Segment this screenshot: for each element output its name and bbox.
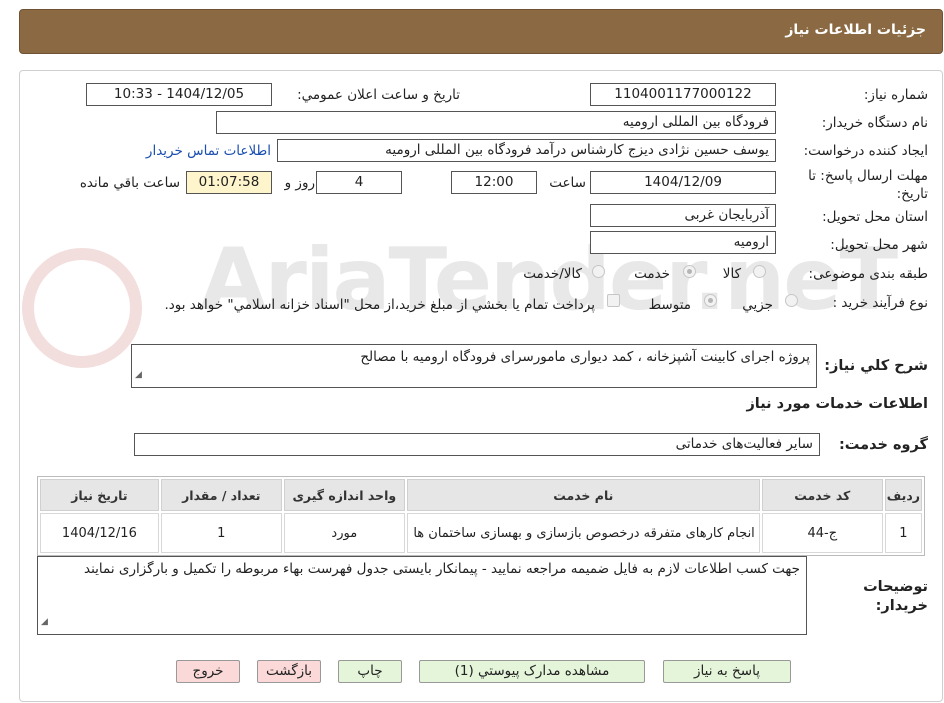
resize-grip-icon[interactable]: ◢ <box>135 366 142 385</box>
buyer-contact-link[interactable]: اطلاعات تماس خريدار <box>146 143 271 159</box>
days-label: روز و <box>284 175 315 191</box>
cell-qty: 1 <box>160 513 282 553</box>
process-label: نوع فرآيند خريد : <box>832 295 928 311</box>
deadline-label: مهلت ارسال پاسخ: تا تاريخ: <box>808 168 928 202</box>
services-section-title: اطلاعات خدمات مورد نياز <box>746 396 928 412</box>
category-radio-service[interactable] <box>683 265 696 278</box>
category-option-goods: کالا <box>722 266 741 282</box>
description-text: پروژه اجرای کابینت آشپزخانه ، کمد دیواری… <box>360 349 810 365</box>
process-option-minor: جزيي <box>742 297 773 313</box>
print-button[interactable]: چاپ <box>338 660 402 683</box>
resize-grip-icon[interactable]: ◢ <box>41 613 48 632</box>
col-header-name: نام خدمت <box>406 479 760 511</box>
process-option-medium: متوسط <box>648 297 691 313</box>
service-group-field: سایر فعالیت‌های خدماتی <box>134 433 820 456</box>
col-header-date: تاريخ نياز <box>40 479 159 511</box>
payment-checkbox[interactable] <box>607 294 620 307</box>
description-label: شرح کلي نياز: <box>824 358 928 374</box>
announce-label: تاريخ و ساعت اعلان عمومي: <box>297 87 460 103</box>
category-option-service: خدمت <box>634 266 670 282</box>
category-label: طبقه بندی موضوعی: <box>808 266 928 282</box>
province-field: آذربایجان غربی <box>590 204 776 227</box>
need-number-field: 1104001177000122 <box>590 83 776 106</box>
cell-code: ج-44 <box>761 513 883 553</box>
category-radio-goods-service[interactable] <box>592 265 605 278</box>
deadline-time-label: ساعت <box>549 175 586 191</box>
requester-field: یوسف حسین نژادی دیزج کارشناس درآمد فرودگ… <box>277 139 776 162</box>
process-radio-medium[interactable] <box>704 294 717 307</box>
col-header-index: رديف <box>884 479 922 511</box>
buyer-notes-textarea: جهت کسب اطلاعات لازم به فایل ضمیمه مراجع… <box>37 556 807 635</box>
category-option-goods-service: کالا/خدمت <box>523 266 582 282</box>
table-row: 1 ج-44 انجام کارهای متفرقه درخصوص بازساز… <box>40 513 922 553</box>
col-header-qty: تعداد / مقدار <box>160 479 282 511</box>
process-radio-minor[interactable] <box>785 294 798 307</box>
buyer-notes-label: توضيحات خريدار: <box>863 579 928 614</box>
payment-note: پرداخت تمام يا بخشي از مبلغ خريد،از محل … <box>164 297 595 313</box>
need-number-label: شماره نیاز: <box>863 87 928 103</box>
remaining-label: ساعت باقي مانده <box>79 175 180 191</box>
remaining-time-field: 01:07:58 <box>186 171 272 194</box>
page-title: جزئیات اطلاعات نیاز <box>785 22 926 38</box>
service-group-label: گروه خدمت: <box>838 437 928 453</box>
cell-index: 1 <box>884 513 922 553</box>
cell-name: انجام کارهای متفرقه درخصوص بازسازی و بهس… <box>406 513 760 553</box>
page-header: جزئیات اطلاعات نیاز <box>19 9 943 54</box>
requester-label: ايجاد کننده درخواست: <box>803 143 928 159</box>
province-label: استان محل تحويل: <box>822 209 928 225</box>
cell-unit: مورد <box>283 513 405 553</box>
reply-button[interactable]: پاسخ به نياز <box>663 660 791 683</box>
back-button[interactable]: بازگشت <box>257 660 321 683</box>
services-table-wrapper: رديف کد خدمت نام خدمت واحد اندازه گيری ت… <box>37 476 925 556</box>
buyer-org-label: نام دستگاه خريدار: <box>821 115 928 131</box>
col-header-unit: واحد اندازه گيری <box>283 479 405 511</box>
city-field: ارومیه <box>590 231 776 254</box>
description-textarea: پروژه اجرای کابینت آشپزخانه ، کمد دیواری… <box>131 344 817 388</box>
view-attachments-button[interactable]: مشاهده مدارک پيوستي (1) <box>419 660 645 683</box>
services-table: رديف کد خدمت نام خدمت واحد اندازه گيری ت… <box>37 476 925 556</box>
cell-date: 1404/12/16 <box>40 513 159 553</box>
exit-button[interactable]: خروج <box>176 660 240 683</box>
announce-field: 1404/12/05 - 10:33 <box>86 83 272 106</box>
category-radio-goods[interactable] <box>753 265 766 278</box>
watermark-logo-icon <box>22 248 142 368</box>
days-field: 4 <box>316 171 402 194</box>
col-header-code: کد خدمت <box>761 479 883 511</box>
deadline-time-field: 12:00 <box>451 171 537 194</box>
city-label: شهر محل تحويل: <box>830 237 928 253</box>
deadline-date-field: 1404/12/09 <box>590 171 776 194</box>
buyer-org-field: فرودگاه بین المللی ارومیه <box>216 111 776 134</box>
buyer-notes-text: جهت کسب اطلاعات لازم به فایل ضمیمه مراجع… <box>84 561 800 577</box>
